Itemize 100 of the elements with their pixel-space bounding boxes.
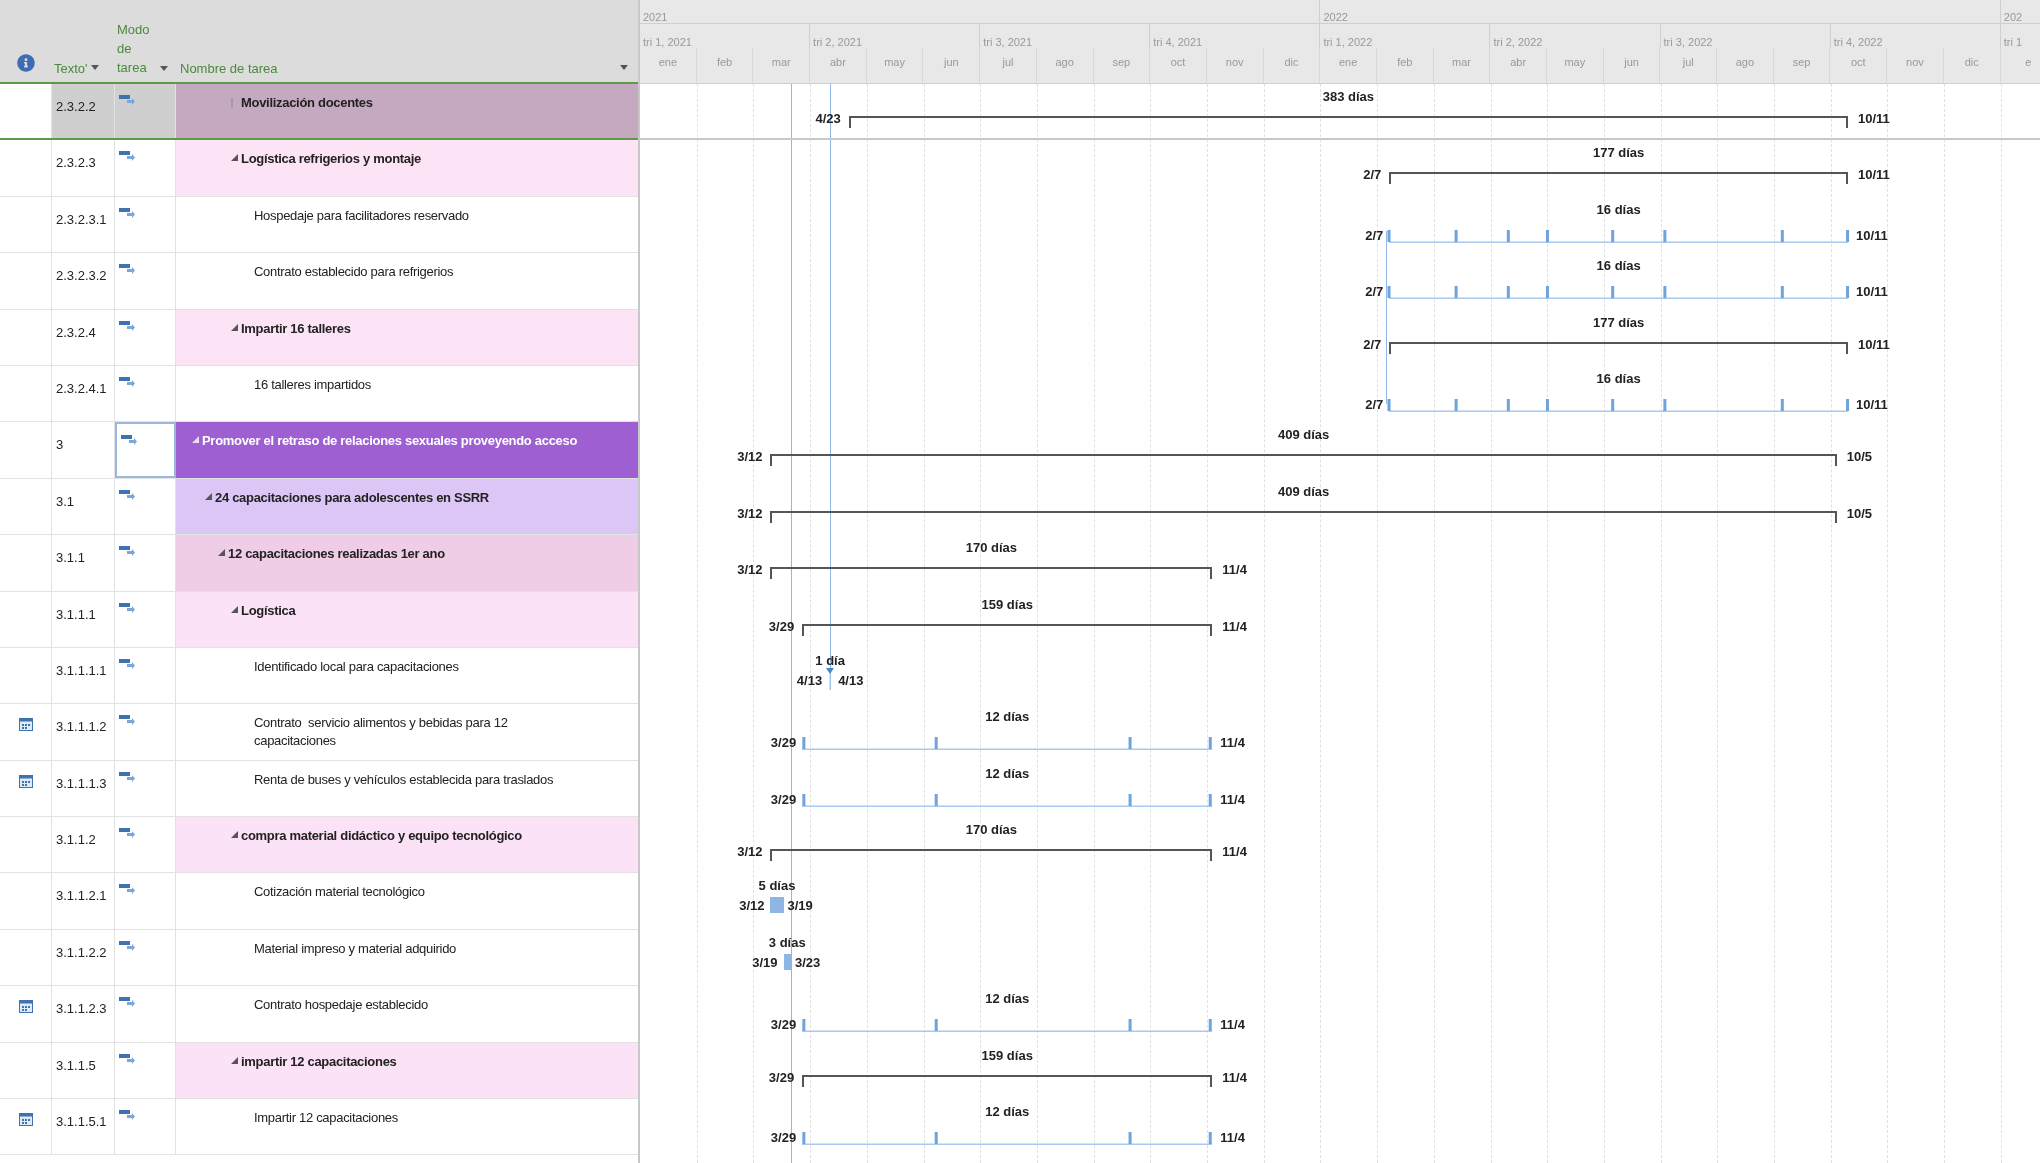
collapse-arrow-icon[interactable]: [218, 549, 225, 557]
collapse-arrow-icon[interactable]: [205, 492, 212, 500]
start-date-label: 3/12: [737, 563, 763, 577]
summary-bar[interactable]: [848, 116, 1848, 128]
start-date-label: 4/23: [815, 112, 841, 125]
month-label: sep: [1792, 55, 1811, 70]
wbs-cell: 3.1.1.2.2: [56, 944, 107, 960]
bar-arrow-icon: [119, 827, 135, 840]
start-date-label: 3/19: [752, 955, 778, 969]
month-label: jun: [943, 55, 959, 70]
duration-label: 12 días: [985, 1105, 1030, 1119]
start-date-label: 2/7: [1363, 168, 1382, 182]
duration-label: 409 días: [1277, 484, 1330, 498]
finish-date-label: 3/19: [787, 899, 813, 913]
month-label: jul: [1682, 55, 1694, 70]
info-icon: [17, 54, 35, 72]
calendar-icon: [18, 1113, 33, 1127]
dropdown-arrow-icon[interactable]: [160, 66, 168, 72]
dropdown-arrow-icon[interactable]: [90, 65, 99, 72]
start-date-label: 3/29: [770, 792, 797, 806]
duration-label: 3 días: [768, 935, 806, 949]
month-label: ene: [658, 55, 677, 70]
quarter-label: tri 1, 2022: [1323, 36, 1373, 48]
start-date-label: 2/7: [1365, 397, 1384, 411]
task-name-cell[interactable]: compra material didáctico y equipo tecnológico: [176, 817, 638, 873]
task-name-cell[interactable]: impartir 12 capacitaciones: [176, 1042, 638, 1099]
bar-arrow-icon: [119, 601, 135, 614]
year-label: 2021: [643, 11, 668, 23]
summary-bar[interactable]: [770, 567, 1213, 580]
month-label: jul: [1002, 55, 1014, 70]
duration-label: 16 días: [1596, 259, 1641, 273]
bar-arrow-icon: [119, 488, 135, 501]
task-name-cell[interactable]: Promover el retraso de relaciones sexuales proveyendo acceso: [176, 422, 638, 478]
task-name-cell[interactable]: Logística: [176, 591, 638, 647]
wbs-cell: 3.1.1.5: [56, 1057, 96, 1073]
summary-bar[interactable]: [1389, 172, 1848, 185]
bar-arrow-icon: [119, 883, 135, 896]
bar-arrow-icon: [119, 1052, 135, 1065]
collapse-arrow-icon[interactable]: [231, 154, 238, 162]
finish-date-label: 4/13: [838, 673, 864, 687]
collapse-arrow-icon[interactable]: [231, 831, 238, 839]
start-date-label: 3/12: [739, 899, 765, 913]
task-name-cell[interactable]: 24 capacitaciones para adolescentes en SSRR: [176, 478, 638, 535]
month-label: mar: [771, 55, 791, 70]
finish-date-label: 10/11: [1857, 337, 1890, 351]
start-date-label: 4/13: [796, 673, 823, 687]
collapse-arrow-icon[interactable]: [231, 605, 238, 613]
start-date-label: 3/29: [770, 736, 797, 750]
month-label: nov: [1225, 55, 1244, 70]
task-name-cell[interactable]: Impartir 16 talleres: [176, 309, 638, 365]
month-label: jun: [1624, 55, 1639, 70]
month-label: may: [1564, 55, 1586, 70]
summary-bar[interactable]: [802, 623, 1213, 636]
bar-arrow-icon: [119, 545, 135, 558]
wbs-cell: 2.3.2.3.2: [56, 268, 107, 284]
start-date-label: 3/29: [768, 619, 795, 633]
collapse-arrow-icon[interactable]: [192, 436, 199, 444]
start-date-label: 2/7: [1365, 285, 1384, 299]
month-label: oct: [1850, 55, 1866, 70]
summary-bar[interactable]: [770, 849, 1213, 862]
bar-arrow-icon: [121, 434, 137, 447]
collapse-arrow-icon[interactable]: [231, 323, 238, 331]
bar-arrow-icon: [119, 657, 135, 670]
duration-label: 159 días: [981, 1048, 1033, 1062]
start-date-label: 3/29: [770, 1131, 797, 1145]
wbs-cell: 3: [56, 437, 64, 453]
bar-arrow-icon: [119, 263, 135, 276]
quarter-label: tri 2, 2022: [1493, 36, 1543, 48]
wbs-cell: 3.1.1.1: [56, 606, 96, 622]
wbs-cell: 3.1.1.1.1: [56, 662, 107, 678]
duration-label: 177 días: [1593, 315, 1645, 329]
finish-date-label: 10/5: [1846, 450, 1873, 464]
duration-label: 383 días: [1322, 90, 1374, 103]
quarter-label: tri 3, 2022: [1663, 36, 1713, 48]
summary-bar[interactable]: [770, 454, 1837, 467]
collapse-arrow-icon[interactable]: [231, 1056, 238, 1064]
task-name-cell[interactable]: 12 capacitaciones realizadas 1er ano: [176, 535, 638, 591]
month-label: feb: [1397, 55, 1413, 70]
bar-arrow-icon: [119, 319, 135, 332]
wbs-cell: 2.3.2.4.1: [56, 380, 107, 396]
duration-label: 12 días: [985, 766, 1030, 780]
calendar-icon: [18, 774, 33, 788]
summary-bar[interactable]: [770, 510, 1837, 523]
recurring-task-bar[interactable]: [1386, 283, 1851, 301]
dropdown-arrow-icon[interactable]: [620, 65, 628, 72]
month-label: may: [884, 55, 905, 70]
task-name-cell[interactable]: Movilización docentes: [176, 84, 638, 139]
calendar-icon: [18, 718, 33, 732]
finish-date-label: 10/11: [1855, 397, 1888, 411]
task-name-cell[interactable]: Logística refrigerios y montaje: [176, 140, 638, 196]
summary-bar[interactable]: [1389, 341, 1848, 354]
finish-date-label: 3/23: [795, 955, 821, 969]
year-label: 2022: [1323, 11, 1348, 23]
milestone-marker[interactable]: [825, 667, 836, 690]
month-label: e: [2025, 55, 2032, 70]
quarter-label: tri 1, 2021: [643, 36, 692, 48]
start-date-label: 3/12: [737, 450, 763, 464]
summary-bar[interactable]: [802, 1074, 1213, 1087]
year-label: 202: [2003, 11, 2023, 23]
bar-arrow-icon: [119, 714, 135, 727]
